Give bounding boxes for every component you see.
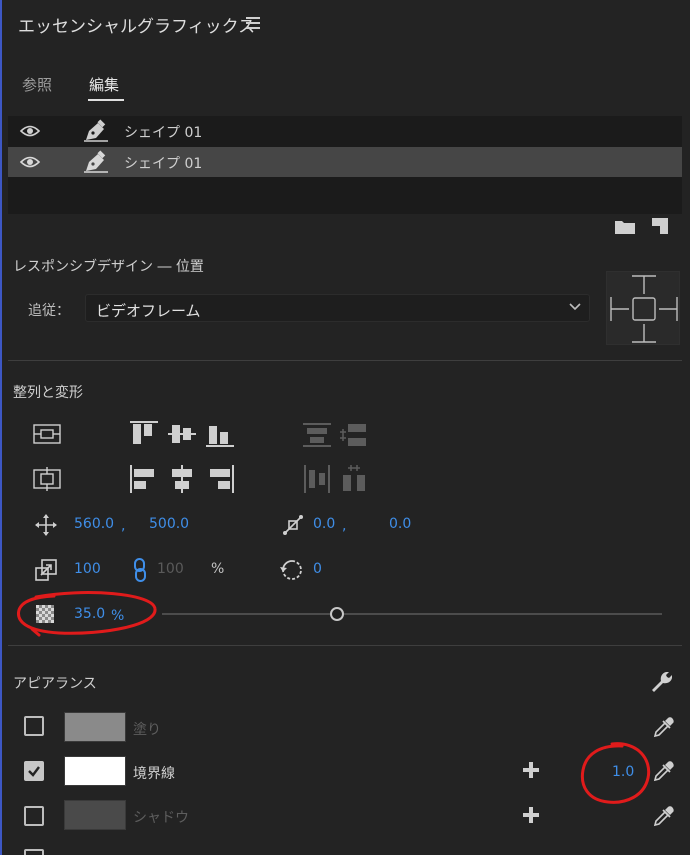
distribute-vertical-spacing-icon[interactable] [340, 423, 368, 447]
align-vertical-center-icon[interactable] [168, 421, 196, 447]
pin-to-label: 追従： [28, 303, 70, 319]
rotation-value[interactable]: 0 [313, 561, 322, 577]
position-move-icon [35, 514, 57, 536]
pen-shape-icon [83, 119, 109, 142]
panel-title: エッセンシャルグラフィックス [18, 17, 256, 37]
mask-checkbox-partial[interactable] [24, 849, 44, 855]
new-layer-icon[interactable] [652, 218, 668, 234]
anchor-separator: , [342, 518, 347, 534]
fill-label: 塗り [133, 722, 161, 738]
rotation-icon [280, 558, 304, 582]
shadow-eyedropper-icon[interactable] [653, 805, 675, 827]
section-divider [8, 360, 682, 361]
stroke-label: 境界線 [133, 766, 175, 782]
stroke-color-swatch[interactable] [64, 756, 126, 786]
fill-checkbox[interactable] [24, 716, 44, 736]
add-shadow-plus-icon[interactable] [523, 807, 539, 823]
shadow-checkbox[interactable] [24, 806, 44, 826]
scale-icon [35, 559, 57, 581]
position-x-value[interactable]: 560.0 [74, 516, 114, 532]
panel-menu-icon[interactable] [246, 17, 260, 29]
layer-row[interactable]: シェイプ 01 [8, 116, 682, 146]
anchor-x-value[interactable]: 0.0 [313, 516, 335, 532]
panel-left-edge [0, 0, 2, 855]
layer-name: シェイプ 01 [124, 156, 203, 172]
shadow-label: シャドウ [133, 810, 189, 826]
visibility-eye-icon[interactable] [19, 125, 41, 137]
responsive-design-heading: レスポンシブデザイン ― 位置 [13, 259, 204, 275]
annotation-circle-opacity [14, 591, 160, 637]
align-top-icon[interactable] [130, 421, 158, 447]
link-scale-icon[interactable] [133, 558, 147, 582]
wrench-icon[interactable] [651, 671, 673, 693]
align-to-selection-icon[interactable] [33, 467, 61, 491]
add-stroke-plus-icon[interactable] [523, 762, 539, 778]
active-tab-indicator [88, 99, 124, 101]
appearance-heading: アピアランス [13, 676, 97, 692]
align-transform-heading: 整列と変形 [13, 385, 83, 401]
align-left-icon[interactable] [130, 465, 158, 493]
pin-to-value: ビデオフレーム [96, 302, 201, 320]
opacity-slider-track[interactable] [162, 613, 662, 615]
scale-unit: % [211, 561, 225, 577]
pen-shape-icon [83, 150, 109, 173]
anchor-y-value[interactable]: 0.0 [389, 516, 411, 532]
chevron-down-icon [569, 303, 581, 311]
section-divider [8, 645, 682, 646]
align-right-icon[interactable] [206, 465, 234, 493]
layer-list[interactable]: シェイプ 01 シェイプ 01 [8, 116, 682, 214]
stroke-checkbox[interactable] [24, 761, 44, 781]
distribute-horizontal-spacing-icon[interactable] [341, 465, 367, 493]
tab-browse[interactable]: 参照 [22, 74, 52, 95]
stroke-eyedropper-icon[interactable] [653, 760, 675, 782]
visibility-eye-icon[interactable] [19, 156, 41, 168]
layer-name: シェイプ 01 [124, 125, 203, 141]
pin-to-dropdown[interactable]: ビデオフレーム [85, 294, 590, 322]
scale-height-value[interactable]: 100 [157, 561, 184, 577]
new-group-folder-icon[interactable] [615, 219, 635, 234]
tab-edit[interactable]: 編集 [89, 74, 119, 95]
pin-edges-widget[interactable] [606, 271, 680, 345]
stroke-width-value[interactable]: 1.0 [612, 764, 634, 780]
anchor-point-icon [282, 514, 304, 536]
layer-row-selected[interactable]: シェイプ 01 [8, 147, 682, 177]
distribute-vertical-icon[interactable] [303, 423, 331, 447]
distribute-horizontal-icon[interactable] [304, 465, 330, 493]
align-bottom-icon[interactable] [206, 421, 234, 447]
fill-color-swatch[interactable] [64, 712, 126, 742]
align-to-video-frame-icon[interactable] [33, 424, 61, 444]
fill-eyedropper-icon[interactable] [653, 716, 675, 738]
scale-value[interactable]: 100 [74, 561, 101, 577]
position-separator: , [121, 518, 126, 534]
shadow-color-swatch[interactable] [64, 800, 126, 830]
position-y-value[interactable]: 500.0 [149, 516, 189, 532]
align-horizontal-center-icon[interactable] [168, 465, 196, 493]
opacity-slider-thumb[interactable] [330, 607, 344, 621]
